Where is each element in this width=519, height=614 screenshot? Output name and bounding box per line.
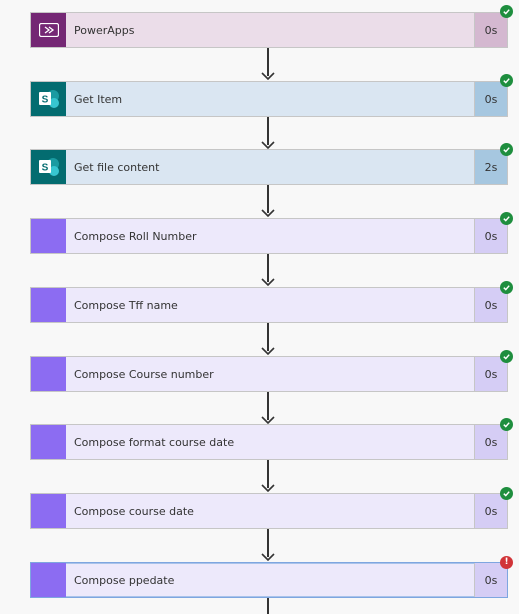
step-duration: 0s <box>474 494 507 528</box>
step-label: Compose course date <box>74 504 194 518</box>
step-card-compose-roll-number[interactable]: Compose Roll Number 0s <box>30 218 508 254</box>
step-duration: 0s <box>474 13 507 47</box>
flow-connector-arrow <box>261 529 275 561</box>
step-label: Compose Tff name <box>74 298 178 312</box>
powerapps-icon <box>31 13 66 47</box>
compose-icon <box>31 288 66 322</box>
step-label: Get file content <box>74 160 160 174</box>
flow-connector-arrow <box>261 392 275 424</box>
compose-icon <box>31 357 66 391</box>
step-card-compose-format-course-date[interactable]: Compose format course date 0s <box>30 424 508 460</box>
step-duration: 0s <box>474 219 507 253</box>
sharepoint-icon: S <box>31 82 66 116</box>
success-check-icon <box>500 418 513 431</box>
svg-text:S: S <box>41 95 48 106</box>
success-check-icon <box>500 281 513 294</box>
flow-connector-arrow <box>261 48 275 80</box>
step-duration: 0s <box>474 357 507 391</box>
flow-connector-arrow <box>261 117 275 149</box>
step-duration: 0s <box>474 425 507 459</box>
flow-connector-arrow <box>261 254 275 286</box>
success-check-icon <box>500 74 513 87</box>
step-label: Compose ppedate <box>74 573 175 587</box>
success-check-icon <box>500 5 513 18</box>
step-card-compose-ppedate[interactable]: Compose ppedate 0s <box>30 562 508 598</box>
step-card-get-file-content[interactable]: S Get file content 2s <box>30 149 508 185</box>
compose-icon <box>31 494 66 528</box>
svg-text:S: S <box>41 163 48 174</box>
success-check-icon <box>500 143 513 156</box>
step-card-compose-course-date[interactable]: Compose course date 0s <box>30 493 508 529</box>
step-label: Compose Course number <box>74 367 214 381</box>
compose-icon <box>31 563 66 597</box>
success-check-icon <box>500 350 513 363</box>
success-check-icon <box>500 212 513 225</box>
step-duration: 2s <box>474 150 507 184</box>
flow-connector-line <box>267 598 269 614</box>
step-label: Get Item <box>74 92 123 106</box>
flow-connector-arrow <box>261 323 275 355</box>
step-card-get-item[interactable]: S Get Item 0s <box>30 81 508 117</box>
step-duration: 0s <box>474 288 507 322</box>
success-check-icon <box>500 487 513 500</box>
flow-connector-arrow <box>261 185 275 217</box>
step-label: PowerApps <box>74 23 135 37</box>
step-label: Compose format course date <box>74 435 235 449</box>
compose-icon <box>31 425 66 459</box>
compose-icon <box>31 219 66 253</box>
step-card-powerapps[interactable]: PowerApps 0s <box>30 12 508 48</box>
step-duration: 0s <box>474 563 507 597</box>
step-card-compose-course-number[interactable]: Compose Course number 0s <box>30 356 508 392</box>
step-duration: 0s <box>474 82 507 116</box>
flow-connector-arrow <box>261 460 275 492</box>
step-label: Compose Roll Number <box>74 229 197 243</box>
sharepoint-icon: S <box>31 150 66 184</box>
step-card-compose-tff-name[interactable]: Compose Tff name 0s <box>30 287 508 323</box>
error-exclamation-icon: ! <box>500 556 513 569</box>
